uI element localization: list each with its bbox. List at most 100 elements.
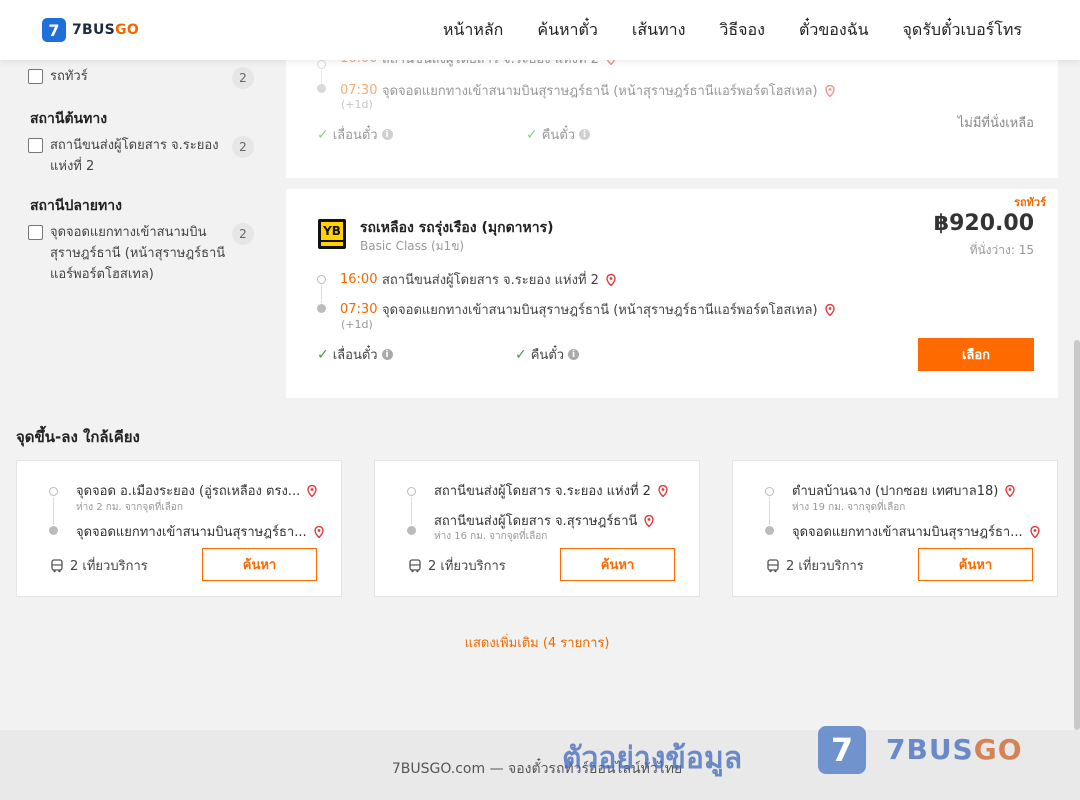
nav-my-tickets[interactable]: ตั๋วของฉัน (799, 18, 869, 43)
timeline-dot (317, 304, 326, 313)
map-pin-icon[interactable] (313, 525, 325, 538)
nav-home[interactable]: หน้าหลัก (443, 18, 504, 43)
search-nearby-button[interactable]: ค้นหา (918, 548, 1033, 581)
brand-logo[interactable]: 7 7BUSGO (42, 18, 139, 42)
nearby-card: จุดจอด อ.เมืองระยอง (อู่รถเหลือง ตรง... … (16, 460, 342, 597)
watermark-brand: 7BUSGO (886, 733, 1023, 766)
bus-icon (409, 558, 421, 572)
timeline-dot (407, 526, 416, 535)
plus-day: (+1d) (341, 98, 373, 111)
check-icon: ✓ (317, 126, 329, 143)
map-pin-icon[interactable] (657, 484, 669, 497)
show-more-link[interactable]: แสดงเพิ่มเติม (4 รายการ) (0, 632, 1074, 653)
filter-bus-type[interactable]: รถทัวร์ 2 (28, 66, 254, 89)
timeline-dot (317, 275, 326, 284)
map-pin-icon[interactable] (1004, 484, 1016, 497)
origin-filter-title: สถานีต้นทาง (30, 111, 108, 127)
reschedule-feature: ✓ เลื่อนตั๋ว i (317, 124, 393, 145)
bus-icon (767, 558, 779, 572)
map-pin-icon[interactable] (1029, 525, 1041, 538)
timeline-line (321, 285, 322, 303)
arrival-stop: 07:30 จุดจอดแยกทางเข้าสนามบินสุราษฎร์ธาน… (340, 299, 836, 320)
info-icon[interactable]: i (579, 129, 591, 140)
map-pin-icon[interactable] (306, 484, 318, 497)
bus-icon (51, 558, 63, 572)
trip-card: รถทัวร์ YB รถเหลือง รถรุ่งเรือง (มุกดาหา… (286, 189, 1058, 398)
nearby-from: ตำบลบ้านฉาง (ปากซอย เทศบาล18) (792, 480, 1016, 501)
top-header: 7 7BUSGO หน้าหลัก ค้นหาตั๋ว เส้นทาง วิธี… (0, 0, 1080, 60)
sold-out-status: ไม่มีที่นั่งเหลือ (957, 116, 1034, 131)
timeline-dot (49, 487, 58, 496)
map-pin-icon[interactable] (824, 84, 836, 97)
dest-filter-title: สถานีปลายทาง (30, 198, 122, 214)
arrival-stop: 07:30 จุดจอดแยกทางเข้าสนามบินสุราษฎร์ธาน… (340, 80, 836, 101)
select-trip-button[interactable]: เลือก (918, 338, 1034, 371)
trip-count: 2 เที่ยวบริการ (408, 555, 506, 576)
filter-origin[interactable]: สถานีขนส่งผู้โดยสาร จ.ระยอง แห่งที่ 2 2 (28, 135, 254, 177)
nearby-to: สถานีขนส่งผู้โดยสาร จ.สุราษฎร์ธานี (434, 510, 655, 531)
timeline-dot (49, 526, 58, 535)
seats-available: ที่นั่งว่าง: 15 (969, 243, 1034, 257)
trip-card-soldout: 16:00 สถานีขนส่งผู้โดยสาร จ.ระยอง แห่งที… (286, 40, 1058, 178)
timeline-line (411, 497, 412, 525)
timeline-dot (765, 526, 774, 535)
count-badge: 2 (232, 223, 254, 245)
nav-search-ticket[interactable]: ค้นหาตั๋ว (537, 18, 598, 43)
timeline-line (321, 70, 322, 84)
map-pin-icon[interactable] (605, 273, 617, 286)
nearby-title: จุดขึ้น-ลง ใกล้เคียง (16, 428, 140, 446)
timeline-line (53, 497, 54, 525)
timeline-dot (407, 487, 416, 496)
bus-type-tag: รถทัวร์ (1014, 196, 1046, 209)
timeline-dot (317, 84, 326, 93)
reschedule-feature: ✓ เลื่อนตั๋ว i (317, 344, 393, 365)
map-pin-icon[interactable] (643, 514, 655, 527)
check-icon: ✓ (515, 346, 527, 363)
watermark-logo: 7 (818, 726, 866, 774)
nearby-from: จุดจอด อ.เมืองระยอง (อู่รถเหลือง ตรง... (76, 480, 318, 501)
nearby-distance: ห่าง 19 กม. จากจุดที่เลือก (792, 502, 906, 513)
nearby-distance: ห่าง 16 กม. จากจุดที่เลือก (434, 531, 548, 542)
logo-mark: 7 (42, 18, 66, 42)
nav-routes[interactable]: เส้นทาง (632, 18, 686, 43)
page-scrollbar[interactable] (1074, 340, 1080, 730)
checkbox[interactable] (28, 69, 43, 84)
timeline-dot (765, 487, 774, 496)
nearby-from: สถานีขนส่งผู้โดยสาร จ.ระยอง แห่งที่ 2 (434, 480, 669, 501)
count-badge: 2 (232, 136, 254, 158)
check-icon: ✓ (317, 346, 329, 363)
filter-destination[interactable]: จุดจอดแยกทางเข้าสนามบินสุราษฎร์ธานี (หน้… (28, 222, 254, 285)
refund-feature: ✓ คืนตั๋ว i (526, 124, 591, 145)
info-icon[interactable]: i (568, 349, 580, 360)
operator-name: รถเหลือง รถรุ่งเรือง (มุกดาหาร) (360, 220, 554, 236)
refund-feature: ✓ คืนตั๋ว i (515, 344, 580, 365)
logo-text: 7BUSGO (72, 22, 140, 38)
ticket-price: ฿920.00 (933, 211, 1034, 236)
timeline-line (769, 497, 770, 525)
watermark-text: ตัวอย่างข้อมูล (562, 741, 743, 776)
plus-day: (+1d) (341, 318, 373, 331)
trip-count: 2 เที่ยวบริการ (766, 555, 864, 576)
check-icon: ✓ (526, 126, 538, 143)
nearby-card: ตำบลบ้านฉาง (ปากซอย เทศบาล18) ห่าง 19 กม… (732, 460, 1058, 597)
bus-class: Basic Class (ม1ข) (360, 239, 465, 253)
operator-logo: YB (318, 219, 346, 249)
trip-count: 2 เที่ยวบริการ (50, 555, 148, 576)
map-pin-icon[interactable] (824, 303, 836, 316)
search-nearby-button[interactable]: ค้นหา (560, 548, 675, 581)
count-badge: 2 (232, 67, 254, 89)
departure-stop: 16:00 สถานีขนส่งผู้โดยสาร จ.ระยอง แห่งที… (340, 269, 617, 290)
checkbox[interactable] (28, 225, 43, 240)
nearby-to: จุดจอดแยกทางเข้าสนามบินสุราษฎร์ธา... (792, 521, 1041, 542)
search-nearby-button[interactable]: ค้นหา (202, 548, 317, 581)
nav-ticket-points[interactable]: จุดรับตั๋วเบอร์โทร (903, 18, 1022, 43)
nearby-distance: ห่าง 2 กม. จากจุดที่เลือก (76, 502, 183, 513)
info-icon[interactable]: i (381, 349, 393, 360)
checkbox[interactable] (28, 138, 43, 153)
main-nav: หน้าหลัก ค้นหาตั๋ว เส้นทาง วิธีจอง ตั๋วข… (443, 0, 1022, 60)
nearby-card: สถานีขนส่งผู้โดยสาร จ.ระยอง แห่งที่ 2 สถ… (374, 460, 700, 597)
info-icon[interactable]: i (381, 129, 393, 140)
nav-how-to-book[interactable]: วิธีจอง (719, 18, 765, 43)
timeline-dot (317, 60, 326, 69)
nearby-to: จุดจอดแยกทางเข้าสนามบินสุราษฎร์ธา... (76, 521, 325, 542)
